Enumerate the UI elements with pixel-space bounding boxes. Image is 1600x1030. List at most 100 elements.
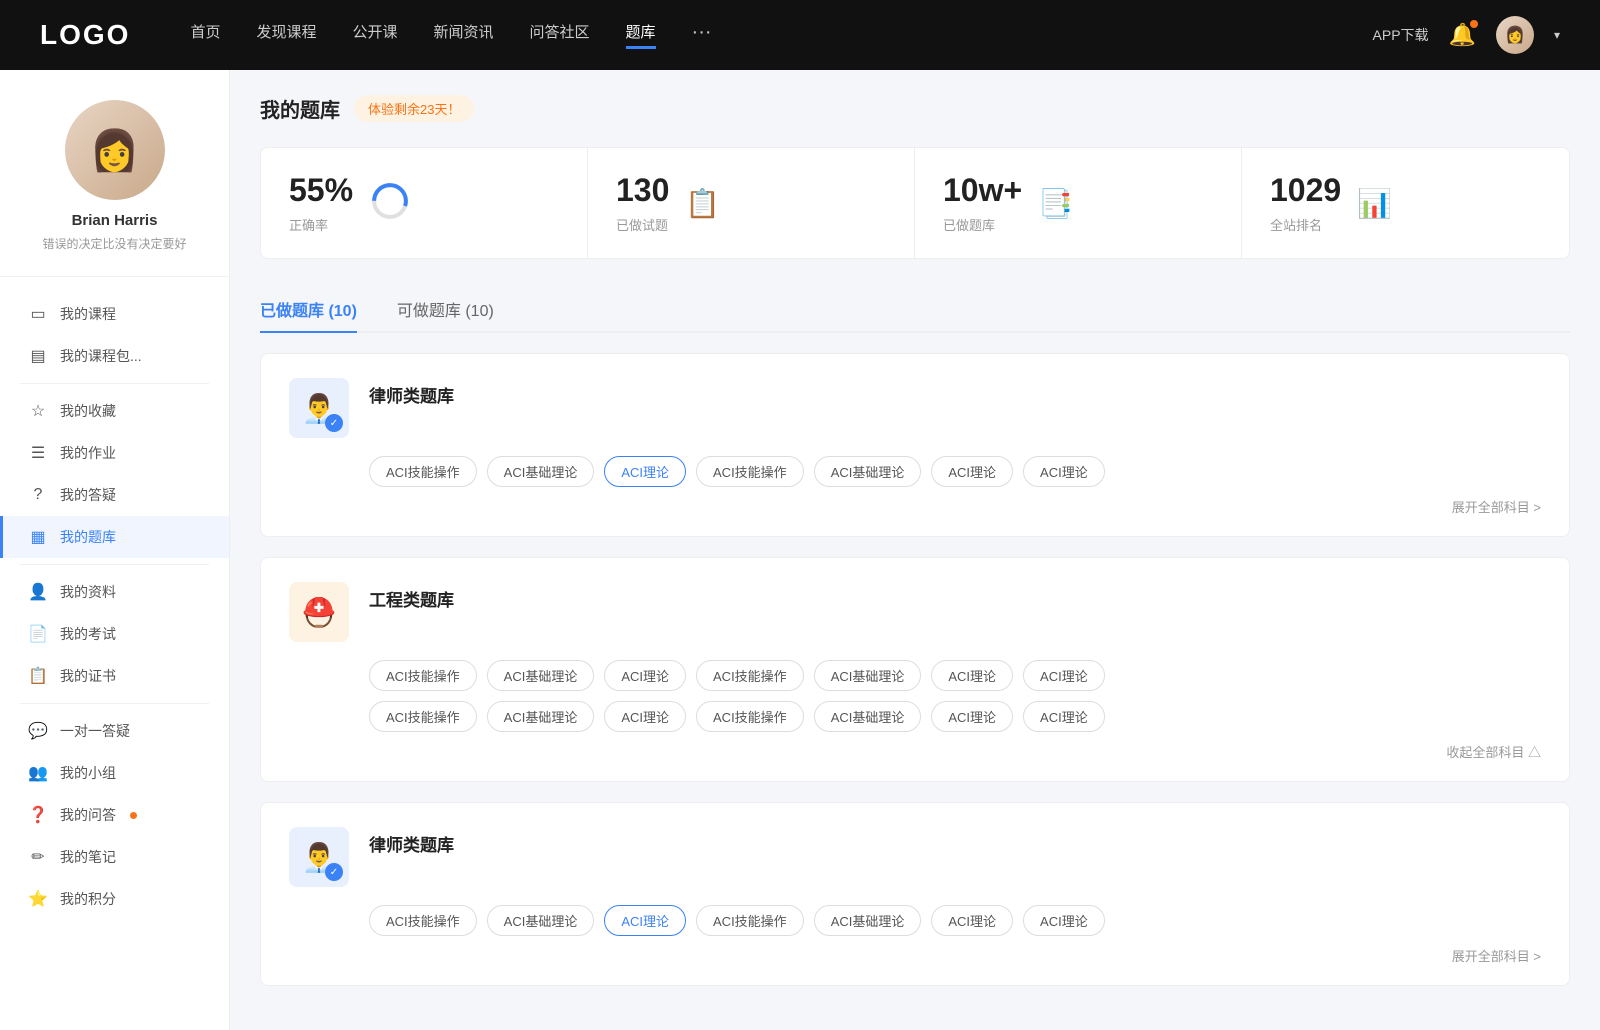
bank-card-header-1: 👨‍💼 ✓ 律师类题库 xyxy=(289,378,1541,438)
tag-3-2[interactable]: ACI理论 xyxy=(604,905,686,936)
nav-discover[interactable]: 发现课程 xyxy=(256,21,316,49)
sidebar-item-my-bank[interactable]: ▦ 我的题库 xyxy=(0,516,229,558)
sidebar-item-my-homework[interactable]: ☰ 我的作业 xyxy=(0,432,229,474)
tag-1-0[interactable]: ACI技能操作 xyxy=(369,456,477,487)
sidebar-menu: ▭ 我的课程 ▤ 我的课程包... ☆ 我的收藏 ☰ 我的作业 ? 我的答疑 ▦ xyxy=(0,277,229,936)
sidebar-label-my-answers: 我的问答 xyxy=(60,805,116,825)
tag-2-0[interactable]: ACI技能操作 xyxy=(369,660,477,691)
tag-1-4[interactable]: ACI基础理论 xyxy=(814,456,922,487)
homework-icon: ☰ xyxy=(28,443,48,463)
logo[interactable]: LOGO xyxy=(40,19,130,51)
page-wrapper: 👩 Brian Harris 错误的决定比没有决定要好 ▭ 我的课程 ▤ 我的课… xyxy=(0,0,1600,1030)
app-download-button[interactable]: APP下载 xyxy=(1373,25,1429,45)
tag-2b-0[interactable]: ACI技能操作 xyxy=(369,701,477,732)
tag-3-6[interactable]: ACI理论 xyxy=(1023,905,1105,936)
sidebar-label-my-exam: 我的考试 xyxy=(60,624,116,644)
notification-bell[interactable]: 🔔 xyxy=(1449,22,1476,48)
sidebar-item-my-favorites[interactable]: ☆ 我的收藏 xyxy=(0,390,229,432)
accuracy-info: 55% 正确率 xyxy=(289,172,353,234)
expand-link-3[interactable]: 展开全部科目 > xyxy=(289,946,1541,965)
lawyer-check-badge-2: ✓ xyxy=(325,863,343,881)
banks-label: 已做题库 xyxy=(943,215,1022,234)
sidebar-label-my-course: 我的课程 xyxy=(60,304,116,324)
accuracy-label: 正确率 xyxy=(289,215,353,234)
engineer-bank-icon: ⛑️ xyxy=(289,582,349,642)
notification-dot xyxy=(1470,20,1478,28)
stat-banks: 10w+ 已做题库 📑 xyxy=(915,148,1242,258)
sidebar-label-my-notes: 我的笔记 xyxy=(60,847,116,867)
sidebar-item-my-questions[interactable]: ? 我的答疑 xyxy=(0,474,229,516)
menu-divider-2 xyxy=(20,564,209,565)
tag-1-6[interactable]: ACI理论 xyxy=(1023,456,1105,487)
sidebar-item-my-package[interactable]: ▤ 我的课程包... xyxy=(0,335,229,377)
questions-label: 已做试题 xyxy=(616,215,669,234)
tag-2-1[interactable]: ACI基础理论 xyxy=(487,660,595,691)
tag-2-3[interactable]: ACI技能操作 xyxy=(696,660,804,691)
tab-available-banks[interactable]: 可做题库 (10) xyxy=(397,287,494,331)
tag-3-1[interactable]: ACI基础理论 xyxy=(487,905,595,936)
tag-2b-1[interactable]: ACI基础理论 xyxy=(487,701,595,732)
sidebar-item-my-course[interactable]: ▭ 我的课程 xyxy=(0,293,229,335)
questions-icon: 📋 xyxy=(685,187,720,220)
sidebar-label-my-package: 我的课程包... xyxy=(60,346,142,366)
tag-2b-5[interactable]: ACI理论 xyxy=(931,701,1013,732)
sidebar-item-my-exam[interactable]: 📄 我的考试 xyxy=(0,613,229,655)
tag-2-6[interactable]: ACI理论 xyxy=(1023,660,1105,691)
sidebar-label-my-cert: 我的证书 xyxy=(60,666,116,686)
sidebar-item-my-cert[interactable]: 📋 我的证书 xyxy=(0,655,229,697)
sidebar-label-my-bank: 我的题库 xyxy=(60,527,116,547)
page-header: 我的题库 体验剩余23天！ xyxy=(260,94,1570,123)
nav-home[interactable]: 首页 xyxy=(190,21,220,49)
tag-2-4[interactable]: ACI基础理论 xyxy=(814,660,922,691)
tag-1-2[interactable]: ACI理论 xyxy=(604,456,686,487)
questions-value: 130 xyxy=(616,172,669,209)
nav-bank[interactable]: 题库 xyxy=(626,21,656,49)
banks-info: 10w+ 已做题库 xyxy=(943,172,1022,234)
navbar: LOGO 首页 发现课程 公开课 新闻资讯 问答社区 题库 ··· APP下载 … xyxy=(0,0,1600,70)
tag-3-0[interactable]: ACI技能操作 xyxy=(369,905,477,936)
tag-1-3[interactable]: ACI技能操作 xyxy=(696,456,804,487)
bank-card-lawyer-2: 👨‍💼 ✓ 律师类题库 ACI技能操作 ACI基础理论 ACI理论 ACI技能操… xyxy=(260,802,1570,986)
tab-done-banks[interactable]: 已做题库 (10) xyxy=(260,287,357,331)
user-avatar[interactable]: 👩 xyxy=(1496,16,1534,54)
lawyer-check-badge: ✓ xyxy=(325,414,343,432)
exam-icon: 📄 xyxy=(28,624,48,644)
nav-opencourse[interactable]: 公开课 xyxy=(352,21,397,49)
sidebar-label-my-profile: 我的资料 xyxy=(60,582,116,602)
tag-3-5[interactable]: ACI理论 xyxy=(931,905,1013,936)
tag-2b-4[interactable]: ACI基础理论 xyxy=(814,701,922,732)
profile-icon: 👤 xyxy=(28,582,48,602)
notes-icon: ✏ xyxy=(28,847,48,867)
sidebar-item-my-profile[interactable]: 👤 我的资料 xyxy=(0,571,229,613)
tag-2b-2[interactable]: ACI理论 xyxy=(604,701,686,732)
expand-link-1[interactable]: 展开全部科目 > xyxy=(289,497,1541,516)
tag-1-5[interactable]: ACI理论 xyxy=(931,456,1013,487)
bank-tags-2a: ACI技能操作 ACI基础理论 ACI理论 ACI技能操作 ACI基础理论 AC… xyxy=(289,660,1541,691)
sidebar-item-my-notes[interactable]: ✏ 我的笔记 xyxy=(0,836,229,878)
main-content: 我的题库 体验剩余23天！ 55% 正确率 xyxy=(230,70,1600,1030)
sidebar-item-my-points[interactable]: ⭐ 我的积分 xyxy=(0,878,229,920)
sidebar-item-my-group[interactable]: 👥 我的小组 xyxy=(0,752,229,794)
user-menu-chevron[interactable]: ▾ xyxy=(1554,28,1560,42)
tag-2-5[interactable]: ACI理论 xyxy=(931,660,1013,691)
expand-link-2[interactable]: 收起全部科目 △ xyxy=(289,742,1541,761)
nav-right: APP下载 🔔 👩 ▾ xyxy=(1373,16,1560,54)
tag-2b-6[interactable]: ACI理论 xyxy=(1023,701,1105,732)
questions-icon: ? xyxy=(28,486,48,504)
package-icon: ▤ xyxy=(28,346,48,366)
banks-value: 10w+ xyxy=(943,172,1022,209)
sidebar-label-my-points: 我的积分 xyxy=(60,889,116,909)
nav-news[interactable]: 新闻资讯 xyxy=(434,21,494,49)
bank-tags-2b: ACI技能操作 ACI基础理论 ACI理论 ACI技能操作 ACI基础理论 AC… xyxy=(289,701,1541,732)
tag-2-2[interactable]: ACI理论 xyxy=(604,660,686,691)
tag-3-4[interactable]: ACI基础理论 xyxy=(814,905,922,936)
tag-2b-3[interactable]: ACI技能操作 xyxy=(696,701,804,732)
sidebar-item-my-answers[interactable]: ❓ 我的问答 xyxy=(0,794,229,836)
nav-more[interactable]: ··· xyxy=(692,21,712,49)
tag-1-1[interactable]: ACI基础理论 xyxy=(487,456,595,487)
lawyer-bank-icon-2: 👨‍💼 ✓ xyxy=(289,827,349,887)
sidebar-item-one-on-one[interactable]: 💬 一对一答疑 xyxy=(0,710,229,752)
tag-3-3[interactable]: ACI技能操作 xyxy=(696,905,804,936)
bank-title-3: 律师类题库 xyxy=(369,827,454,856)
nav-qa[interactable]: 问答社区 xyxy=(530,21,590,49)
